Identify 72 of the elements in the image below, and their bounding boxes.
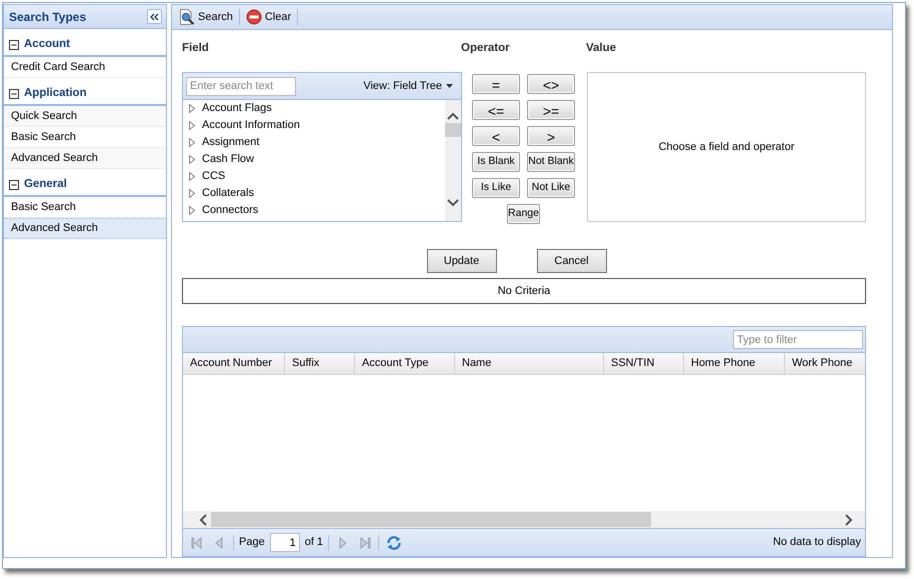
- operator-button[interactable]: >: [527, 126, 575, 146]
- operator-button[interactable]: Range: [507, 204, 540, 224]
- expand-icon[interactable]: [188, 138, 196, 147]
- column-header[interactable]: Name: [455, 353, 604, 374]
- expand-icon[interactable]: [188, 206, 196, 215]
- criteria-text: No Criteria: [498, 284, 550, 299]
- tree-item[interactable]: Account Flags: [183, 100, 445, 117]
- operator-button[interactable]: =: [472, 74, 520, 94]
- operator-label: Operator: [461, 42, 510, 54]
- sidebar-title: Search Types: [9, 8, 86, 26]
- cancel-button[interactable]: Cancel: [536, 249, 606, 273]
- caret-icon: [446, 84, 453, 88]
- sidebar-item[interactable]: Quick Search: [4, 106, 166, 127]
- operator-button[interactable]: Is Like: [472, 178, 520, 198]
- collapse-button[interactable]: [147, 9, 162, 24]
- scroll-down-icon[interactable]: [447, 199, 459, 207]
- column-header[interactable]: Account Type: [355, 353, 455, 374]
- operator-button[interactable]: <>: [527, 74, 575, 94]
- expand-icon[interactable]: [188, 189, 196, 198]
- tree-item-label: Account Flags: [202, 101, 272, 116]
- sidebar-item[interactable]: Advanced Search: [4, 148, 166, 169]
- value-label: Value: [586, 42, 616, 54]
- horizontal-scrollbar[interactable]: [183, 511, 865, 528]
- tree-item-label: Connectors: [202, 203, 258, 218]
- clear-icon: [246, 9, 262, 25]
- operator-button[interactable]: Not Blank: [527, 152, 575, 172]
- tree-item[interactable]: Cash Flow: [183, 151, 445, 168]
- tree-item[interactable]: CCS: [183, 168, 445, 185]
- value-hint: Choose a field and operator: [658, 140, 794, 155]
- scroll-thumb[interactable]: [211, 512, 651, 527]
- tree-item-label: Assignment: [202, 135, 260, 150]
- expand-icon[interactable]: [188, 172, 196, 181]
- scroll-left-icon[interactable]: [199, 514, 207, 526]
- scroll-right-icon[interactable]: [845, 514, 853, 526]
- clear-button[interactable]: Clear: [242, 8, 294, 26]
- tree-item-label: Collaterals: [202, 186, 254, 202]
- tree-item-label: Account Information: [202, 118, 300, 134]
- column-header[interactable]: Work Phone: [785, 353, 865, 374]
- operator-button[interactable]: <=: [472, 100, 520, 120]
- field-label: Field: [182, 42, 209, 54]
- column-header[interactable]: Suffix: [285, 353, 355, 374]
- tree-item[interactable]: Connectors: [183, 202, 445, 219]
- double-chevron-icon: [150, 12, 159, 20]
- column-header[interactable]: Account Number: [183, 353, 285, 374]
- page-field[interactable]: 1: [270, 533, 300, 552]
- page-label: Page: [239, 535, 265, 550]
- expand-icon[interactable]: [188, 121, 196, 130]
- search-button[interactable]: Search: [176, 8, 236, 26]
- search-icon: [179, 9, 195, 25]
- tree-item[interactable]: Account Information: [183, 117, 445, 134]
- expand-icon[interactable]: [188, 155, 196, 164]
- column-header[interactable]: SSN/TIN: [604, 353, 684, 374]
- scroll-thumb[interactable]: [445, 123, 461, 137]
- page-count: of 1: [304, 535, 324, 550]
- operator-button[interactable]: Not Like: [527, 178, 575, 198]
- operator-button[interactable]: Is Blank: [472, 152, 520, 172]
- operator-button[interactable]: >=: [527, 100, 575, 120]
- expand-icon[interactable]: [188, 104, 196, 113]
- scrollbar[interactable]: [445, 100, 461, 221]
- search-field[interactable]: Enter search text: [186, 76, 296, 96]
- tree-item-label: Cash Flow: [202, 152, 254, 168]
- status-text: No data to display: [772, 535, 861, 550]
- scroll-up-icon[interactable]: [447, 112, 459, 120]
- tree-item[interactable]: Collaterals: [183, 185, 445, 202]
- tree-item-label: CCS: [202, 169, 226, 184]
- column-header[interactable]: Home Phone: [684, 353, 785, 374]
- sidebar-item[interactable]: Advanced Search: [4, 218, 166, 239]
- tree-item[interactable]: Assignment: [183, 134, 445, 151]
- update-button[interactable]: Update: [426, 249, 496, 273]
- filter-field[interactable]: Type to filter: [733, 330, 863, 349]
- view-dropdown[interactable]: View: Field Tree: [363, 78, 453, 94]
- operator-button[interactable]: <: [472, 126, 520, 146]
